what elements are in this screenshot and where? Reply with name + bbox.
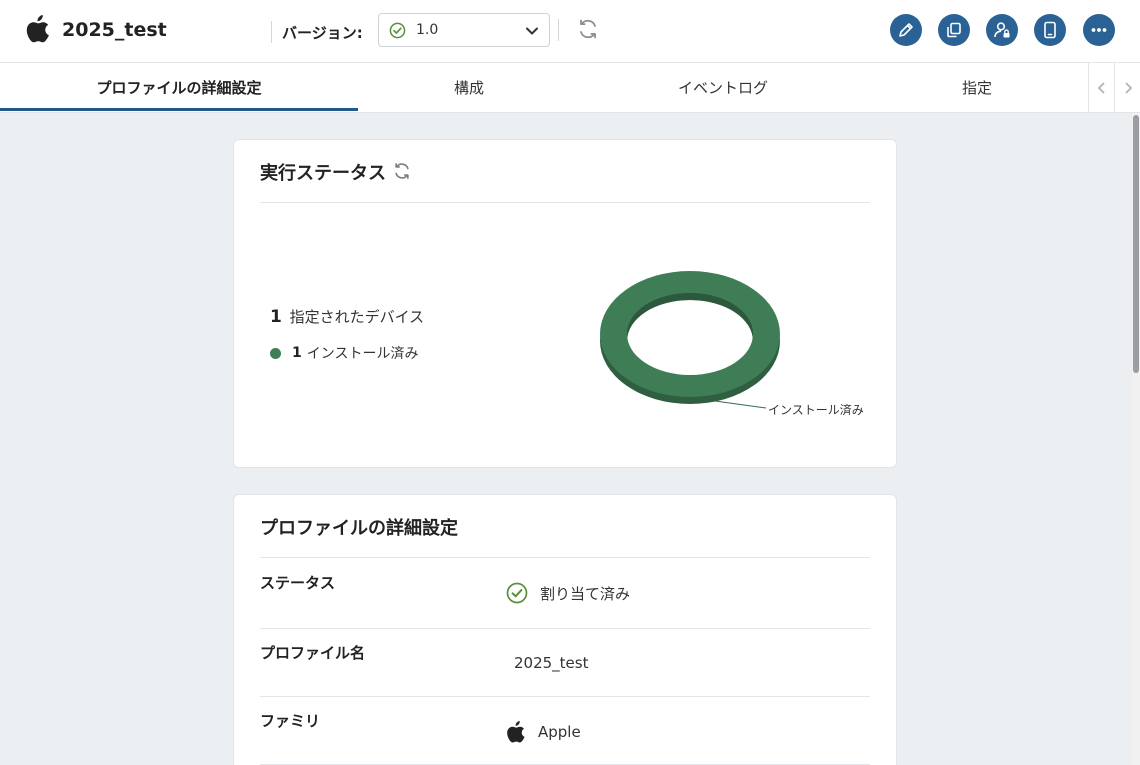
profile-name-value: 2025_test — [514, 654, 589, 672]
profile-details-title: プロファイルの詳細設定 — [260, 518, 458, 539]
user-lock-icon — [994, 22, 1010, 38]
more-icon — [1091, 28, 1107, 32]
chart-leader-line — [714, 400, 767, 409]
content-area: 実行ステータス 1 指定されたデバイス 1 インストール済み インストール済み … — [0, 113, 1132, 765]
status-value: 割り当て済み — [506, 582, 630, 604]
detail-row-family: ファミリ Apple — [260, 697, 870, 764]
tab-configuration[interactable]: 構成 — [358, 63, 580, 112]
chevron-left-icon — [1097, 82, 1105, 94]
tab-event-log[interactable]: イベントログ — [580, 63, 866, 112]
detail-row-profile-name: プロファイル名 2025_test — [260, 629, 870, 696]
family-text: Apple — [538, 723, 581, 741]
detail-row-status: ステータス 割り当て済み — [260, 558, 870, 628]
check-circle-icon — [389, 22, 406, 39]
header: 2025_test バージョン: 1.0 — [0, 0, 1140, 63]
tab-profile-settings[interactable]: プロファイルの詳細設定 — [0, 63, 358, 112]
chevron-right-icon — [1125, 82, 1133, 94]
apple-logo-icon — [26, 15, 49, 43]
status-label: ステータス — [260, 574, 336, 592]
assigned-label: 指定されたデバイス — [289, 308, 425, 326]
status-text: 割り当て済み — [540, 584, 631, 603]
active-tab-indicator — [0, 108, 358, 111]
installed-count: 1 — [292, 345, 302, 361]
version-select[interactable]: 1.0 — [378, 13, 550, 47]
version-value: 1.0 — [416, 22, 439, 38]
user-permission-button[interactable] — [986, 14, 1018, 46]
copy-button[interactable] — [938, 14, 970, 46]
card-divider — [260, 202, 870, 203]
profile-name-label: プロファイル名 — [260, 644, 366, 662]
assigned-devices-stat: 1 指定されたデバイス — [270, 306, 424, 327]
header-divider — [271, 21, 272, 43]
installed-stat: 1 インストール済み — [270, 343, 418, 363]
device-icon — [1044, 21, 1056, 39]
chevron-down-icon — [526, 27, 538, 35]
install-status-donut-chart — [600, 271, 780, 409]
scrollbar-thumb[interactable] — [1133, 115, 1139, 373]
chart-slice-label: インストール済み — [768, 403, 864, 417]
version-label: バージョン: — [282, 24, 363, 42]
tab-scroll-left-button[interactable] — [1088, 63, 1114, 112]
assigned-count: 1 — [270, 307, 282, 327]
legend-dot — [270, 347, 281, 359]
family-label: ファミリ — [260, 712, 321, 730]
exec-status-title: 実行ステータス — [260, 163, 386, 184]
refresh-icon[interactable] — [392, 161, 412, 181]
tab-scroll-right-button[interactable] — [1114, 63, 1140, 112]
copy-icon — [947, 22, 961, 38]
edit-button[interactable] — [890, 14, 922, 46]
family-value: Apple — [506, 721, 581, 743]
tab-bar: プロファイルの詳細設定 構成 イベントログ 指定 — [0, 63, 1140, 113]
more-button[interactable] — [1083, 14, 1115, 46]
profile-title: 2025_test — [62, 19, 167, 41]
edit-icon — [899, 23, 913, 37]
vertical-scrollbar[interactable] — [1132, 113, 1140, 765]
device-button[interactable] — [1034, 14, 1066, 46]
refresh-icon[interactable] — [576, 17, 600, 41]
check-circle-icon — [506, 582, 528, 604]
installed-label: インストール済み — [306, 346, 419, 362]
tab-assignment[interactable]: 指定 — [866, 63, 1088, 112]
header-divider — [558, 19, 559, 41]
exec-status-card: 実行ステータス 1 指定されたデバイス 1 インストール済み インストール済み — [233, 139, 897, 468]
apple-icon — [507, 721, 525, 743]
profile-details-card: プロファイルの詳細設定 ステータス 割り当て済み プロファイル名 2025_te… — [233, 494, 897, 765]
